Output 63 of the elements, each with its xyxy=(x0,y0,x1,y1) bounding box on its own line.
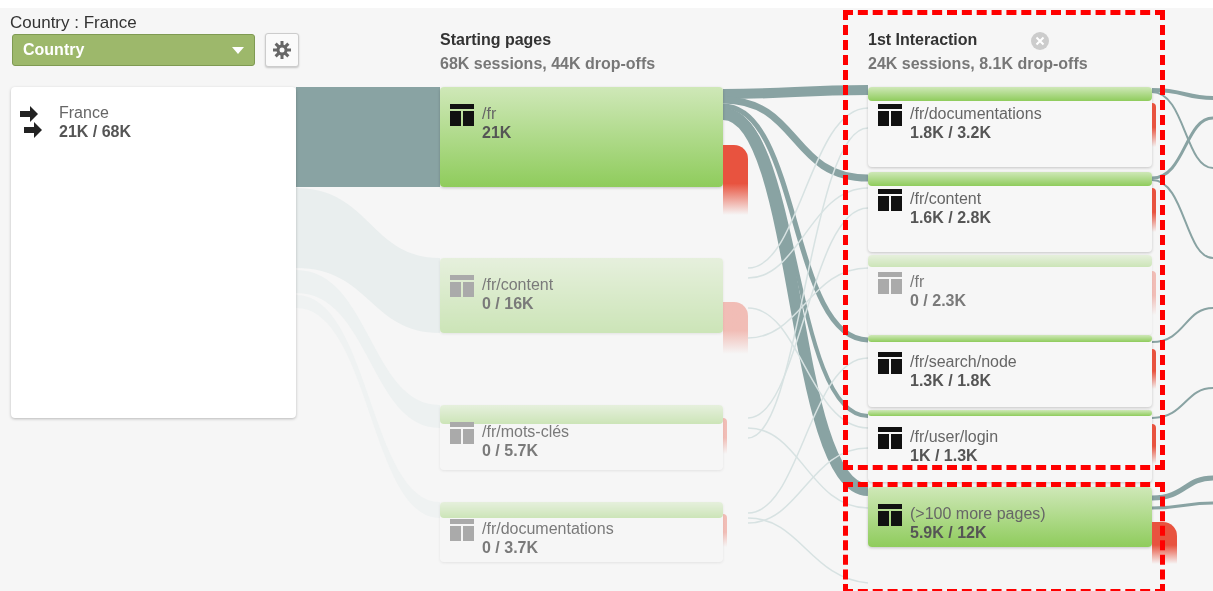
drop-off-bar xyxy=(723,301,748,354)
page-icon xyxy=(878,104,902,126)
node-label: /fr/mots-clés xyxy=(482,422,570,441)
node-label: (>100 more pages) xyxy=(910,504,1046,523)
page-node[interactable] xyxy=(440,502,723,562)
settings-icon xyxy=(273,41,291,59)
page-icon xyxy=(878,504,902,526)
drop-off-bar xyxy=(1152,271,1156,315)
node-label: /fr/documentations xyxy=(482,519,614,538)
page-icon xyxy=(450,275,474,297)
column-summary: 24K sessions, 8.1K drop-offs xyxy=(868,54,1088,74)
node-value: 0 / 16K xyxy=(482,294,535,313)
drop-off-bar xyxy=(723,514,727,547)
page-icon xyxy=(450,519,474,541)
page-icon xyxy=(878,352,902,374)
page-node[interactable] xyxy=(868,172,1152,252)
node-value: 21K xyxy=(482,123,512,142)
node-value: 1.3K / 1.8K xyxy=(910,371,992,390)
node-label: /fr/user/login xyxy=(910,427,999,446)
page-node[interactable] xyxy=(440,405,723,470)
page-node[interactable] xyxy=(440,258,723,333)
page-node[interactable] xyxy=(868,487,1152,547)
node-label: /fr xyxy=(910,272,926,291)
node-value: 0 / 3.7K xyxy=(482,538,540,557)
node-label: France xyxy=(59,103,110,122)
node-label: /fr/content xyxy=(482,275,554,294)
drop-off-bar xyxy=(1152,349,1156,389)
node-value: 21K / 68K xyxy=(59,122,132,141)
drop-off-bar xyxy=(1152,188,1156,232)
page-icon xyxy=(450,422,474,444)
page-icon xyxy=(878,272,902,294)
page-node[interactable] xyxy=(868,87,1152,167)
node-label: /fr/search/node xyxy=(910,352,1017,371)
column-title: 1st Interaction xyxy=(868,30,978,50)
column-summary: 68K sessions, 44K drop-offs xyxy=(440,54,656,74)
page-icon xyxy=(878,427,902,449)
root-node[interactable] xyxy=(11,87,296,418)
page-node[interactable] xyxy=(440,87,723,187)
page-icon xyxy=(450,104,474,126)
node-label: /fr/content xyxy=(910,189,983,208)
page-node[interactable] xyxy=(868,335,1152,407)
node-value: 1K / 1.3K xyxy=(910,446,979,465)
node-label: /fr/documentations xyxy=(910,104,1042,123)
drop-off-bar xyxy=(1152,521,1177,564)
dimension-dropdown[interactable]: Country xyxy=(12,34,255,66)
drop-off-bar xyxy=(723,145,748,215)
node-value: 1.6K / 2.8K xyxy=(910,208,991,227)
node-value: 5.9K / 12K xyxy=(910,523,988,542)
node-value: 1.8K / 3.2K xyxy=(910,123,992,142)
settings-button[interactable] xyxy=(265,33,299,67)
node-value: 0 / 2.3K xyxy=(910,291,967,310)
page-icon xyxy=(878,189,902,211)
drop-off-bar xyxy=(723,418,727,454)
page-node[interactable] xyxy=(868,255,1152,335)
drop-off-bar xyxy=(1152,424,1156,464)
node-label: /fr xyxy=(482,104,498,123)
arrows-icon xyxy=(20,105,42,139)
dimension-label: Country : France xyxy=(10,12,137,34)
drop-off-bar xyxy=(1152,103,1156,147)
node-value: 0 / 5.7K xyxy=(482,441,540,460)
column-title: Starting pages xyxy=(440,30,552,50)
caret-icon xyxy=(232,46,244,54)
page-node[interactable] xyxy=(868,410,1152,482)
